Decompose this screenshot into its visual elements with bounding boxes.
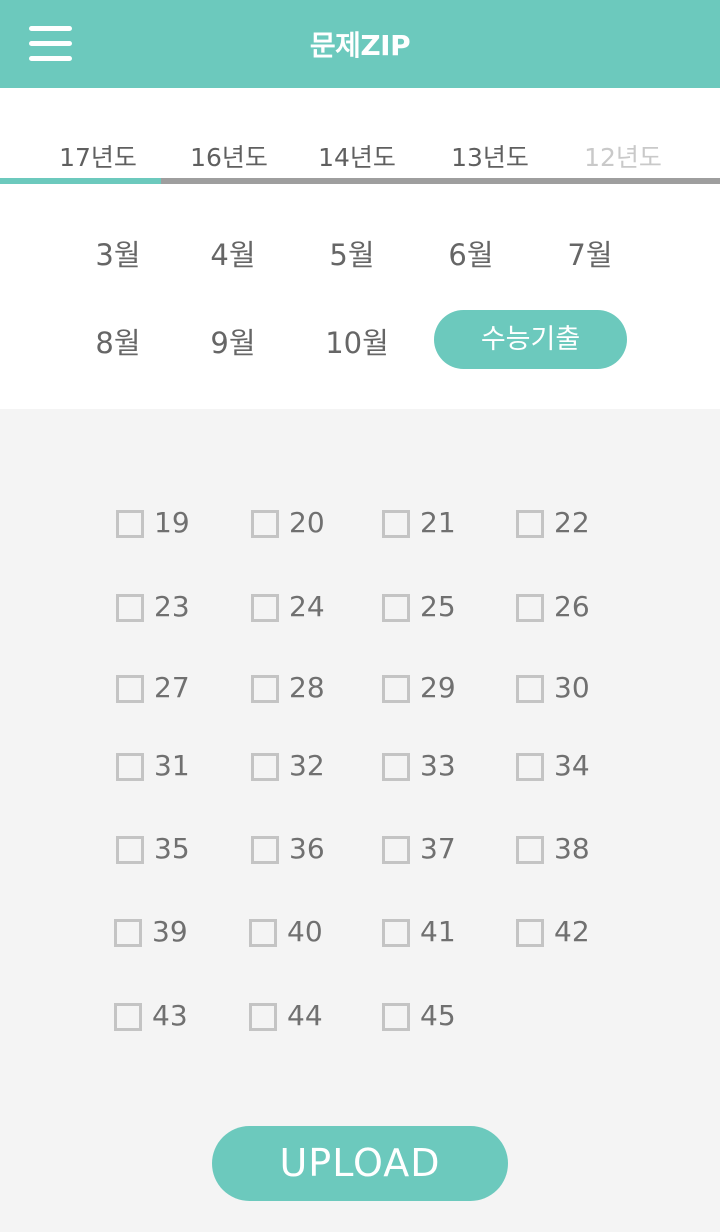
checkbox-icon [382,753,410,781]
question-number: 39 [152,915,188,948]
question-number: 22 [554,506,590,539]
question-number: 26 [554,590,590,623]
tab-year-12[interactable]: 12년도 [558,138,688,174]
question-number: 29 [420,671,456,704]
checkbox-icon [251,510,279,538]
checkbox-icon [116,594,144,622]
question-number: 32 [289,749,325,782]
upload-button[interactable]: UPLOAD [212,1126,508,1201]
tab-year-16[interactable]: 16년도 [164,138,294,174]
question-number: 38 [554,832,590,865]
app-title: 문제ZIP [309,29,411,62]
question-number: 35 [154,832,190,865]
app-header: 문제ZIP [0,0,720,88]
checkbox-icon [516,594,544,622]
question-number: 33 [420,749,456,782]
suneung-button[interactable]: 수능기출 [434,310,627,369]
question-number: 30 [554,671,590,704]
checkbox-icon [249,1003,277,1031]
question-number: 36 [289,832,325,865]
month-3[interactable]: 3월 [63,232,173,274]
question-number: 25 [420,590,456,623]
question-number: 41 [420,915,456,948]
checkbox-icon [251,836,279,864]
checkbox-icon [114,919,142,947]
question-number: 19 [154,506,190,539]
month-7[interactable]: 7월 [535,232,645,274]
month-5[interactable]: 5월 [297,232,407,274]
checkbox-icon [251,753,279,781]
tab-year-13[interactable]: 13년도 [425,138,555,174]
checkbox-icon [249,919,277,947]
question-number: 44 [287,999,323,1032]
checkbox-icon [382,1003,410,1031]
checkbox-icon [116,510,144,538]
question-number: 45 [420,999,456,1032]
checkbox-icon [382,675,410,703]
checkbox-icon [516,836,544,864]
checkbox-icon [516,675,544,703]
checkbox-icon [516,753,544,781]
checkbox-icon [251,675,279,703]
question-number: 37 [420,832,456,865]
question-number: 27 [154,671,190,704]
tab-year-14[interactable]: 14년도 [292,138,422,174]
month-9[interactable]: 9월 [178,320,288,362]
month-10[interactable]: 10월 [302,320,412,362]
question-number: 20 [289,506,325,539]
checkbox-icon [116,675,144,703]
question-number: 24 [289,590,325,623]
question-number: 42 [554,915,590,948]
month-4[interactable]: 4월 [178,232,288,274]
checkbox-icon [382,919,410,947]
checkbox-icon [116,836,144,864]
question-number: 23 [154,590,190,623]
tab-active-indicator [0,178,161,184]
question-number: 40 [287,915,323,948]
checkbox-icon [382,836,410,864]
question-number: 21 [420,506,456,539]
checkbox-icon [114,1003,142,1031]
checkbox-icon [382,510,410,538]
month-8[interactable]: 8월 [63,320,173,362]
checkbox-icon [251,594,279,622]
month-6[interactable]: 6월 [416,232,526,274]
checkbox-icon [116,753,144,781]
question-number: 28 [289,671,325,704]
question-number: 31 [154,749,190,782]
tab-year-17[interactable]: 17년도 [33,138,163,174]
checkbox-icon [516,919,544,947]
question-number: 34 [554,749,590,782]
checkbox-icon [516,510,544,538]
filter-panel: 17년도 16년도 14년도 13년도 12년도 3월 4월 5월 6월 7월 … [0,88,720,409]
checkbox-icon [382,594,410,622]
question-number: 43 [152,999,188,1032]
